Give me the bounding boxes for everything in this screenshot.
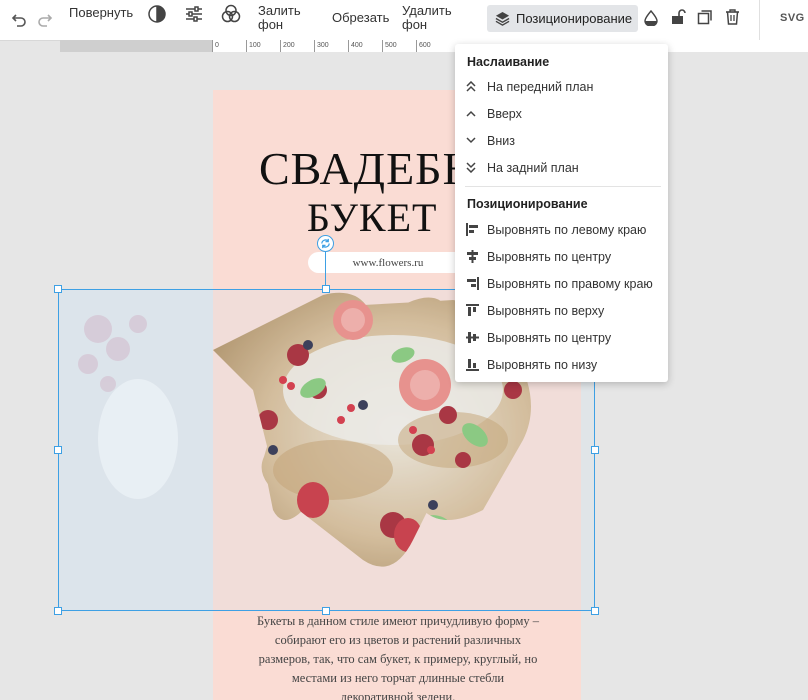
- menu-divider: [465, 186, 661, 187]
- chevron-down-icon: [466, 137, 486, 144]
- menu-item-label: Выровнять по центру: [487, 249, 612, 264]
- layers-icon: [495, 11, 510, 26]
- ruler-tick: 300: [314, 40, 329, 52]
- align-left-item[interactable]: Выровнять по левому краю: [455, 217, 668, 242]
- menu-item-label: На задний план: [487, 160, 579, 175]
- resize-handle-top[interactable]: [322, 285, 330, 293]
- layering-header: Наслаивание: [467, 55, 550, 69]
- resize-handle-right[interactable]: [591, 446, 599, 454]
- menu-item-label: Вниз: [487, 133, 515, 148]
- ruler-tick: 0: [212, 40, 219, 52]
- body-line: Букеты в данном стиле имеют причудливую …: [256, 614, 540, 628]
- opacity-icon[interactable]: [643, 9, 659, 27]
- double-chevron-down-icon: [466, 162, 486, 173]
- toolbar-separator: [759, 0, 760, 40]
- menu-caret: [554, 37, 568, 44]
- ruler-tick: 500: [382, 40, 397, 52]
- ruler-tick: 400: [348, 40, 363, 52]
- menu-item-label: Выровнять по верху: [487, 303, 605, 318]
- resize-handle-top-left[interactable]: [54, 285, 62, 293]
- align-left-icon: [466, 223, 486, 236]
- body-line: собирают его из цветов и растений различ…: [274, 633, 522, 647]
- menu-item-label: Выровнять по левому краю: [487, 222, 647, 237]
- align-center-vertical-icon: [466, 331, 486, 344]
- unlock-icon[interactable]: [669, 8, 687, 26]
- double-chevron-up-icon: [466, 81, 486, 92]
- menu-item-label: На передний план: [487, 79, 594, 94]
- align-right-icon: [466, 277, 486, 290]
- menu-item-label: Вверх: [487, 106, 522, 121]
- resize-handle-left[interactable]: [54, 446, 62, 454]
- rotate-button[interactable]: Повернуть: [69, 6, 133, 20]
- send-backward-item[interactable]: Вниз: [455, 128, 668, 153]
- filters-icon[interactable]: [220, 3, 242, 25]
- ruler-tick: 200: [280, 40, 295, 52]
- fill-background-label-2: фон: [258, 17, 284, 32]
- remove-background-label-1: Удалить: [402, 3, 452, 18]
- fill-background-button[interactable]: Залить фон: [258, 4, 301, 32]
- undo-icon[interactable]: [10, 10, 28, 28]
- svg-export-button[interactable]: SVG: [780, 12, 805, 24]
- positioning-header: Позиционирование: [467, 197, 588, 211]
- menu-item-label: Выровнять по правому краю: [487, 276, 653, 291]
- crop-button[interactable]: Обрезать: [332, 11, 389, 25]
- send-to-back-item[interactable]: На задний план: [455, 155, 668, 180]
- ruler-tick: 600: [416, 40, 431, 52]
- rotate-handle-icon[interactable]: [317, 235, 334, 252]
- resize-handle-bottom-left[interactable]: [54, 607, 62, 615]
- align-top-icon: [466, 304, 486, 317]
- align-bottom-item[interactable]: Выровнять по низу: [455, 352, 668, 377]
- align-top-item[interactable]: Выровнять по верху: [455, 298, 668, 323]
- positioning-menu: Наслаивание На передний план Вверх Вниз …: [455, 44, 668, 382]
- ruler-tick: 100: [246, 40, 261, 52]
- chevron-up-icon: [466, 110, 486, 117]
- align-bottom-icon: [466, 358, 486, 371]
- body-line: размеров, так, что сам букет, к примеру,…: [258, 652, 538, 666]
- align-center-horizontal-item[interactable]: Выровнять по центру: [455, 244, 668, 269]
- menu-item-label: Выровнять по центру: [487, 330, 612, 345]
- redo-icon[interactable]: [36, 10, 54, 28]
- fill-background-label-1: Залить: [258, 3, 301, 18]
- bring-to-front-item[interactable]: На передний план: [455, 74, 668, 99]
- horizontal-ruler: 0 100 200 300 400 500 600: [60, 40, 808, 52]
- remove-background-button[interactable]: Удалить фон: [402, 4, 452, 32]
- duplicate-icon[interactable]: [696, 8, 714, 26]
- trash-icon[interactable]: [723, 8, 741, 26]
- flip-icon[interactable]: [147, 4, 167, 24]
- body-line: декоративной зелени.: [340, 690, 456, 700]
- toolbar: Повернуть Залить фон Обрезать Удалить фо…: [0, 0, 808, 41]
- resize-handle-bottom[interactable]: [322, 607, 330, 615]
- body-line: местами из него торчат длинные стебли: [291, 671, 505, 685]
- design-body-text[interactable]: Букеты в данном стиле имеют причудливую …: [233, 612, 563, 700]
- positioning-button[interactable]: Позиционирование: [487, 5, 638, 32]
- positioning-label: Позиционирование: [516, 11, 633, 26]
- menu-item-label: Выровнять по низу: [487, 357, 598, 372]
- bring-forward-item[interactable]: Вверх: [455, 101, 668, 126]
- remove-background-label-2: фон: [402, 17, 428, 32]
- resize-handle-bottom-right[interactable]: [591, 607, 599, 615]
- rotation-handle-line: [325, 250, 326, 289]
- align-right-item[interactable]: Выровнять по правому краю: [455, 271, 668, 296]
- align-center-horizontal-icon: [466, 250, 486, 263]
- align-center-vertical-item[interactable]: Выровнять по центру: [455, 325, 668, 350]
- adjustments-icon[interactable]: [184, 4, 204, 24]
